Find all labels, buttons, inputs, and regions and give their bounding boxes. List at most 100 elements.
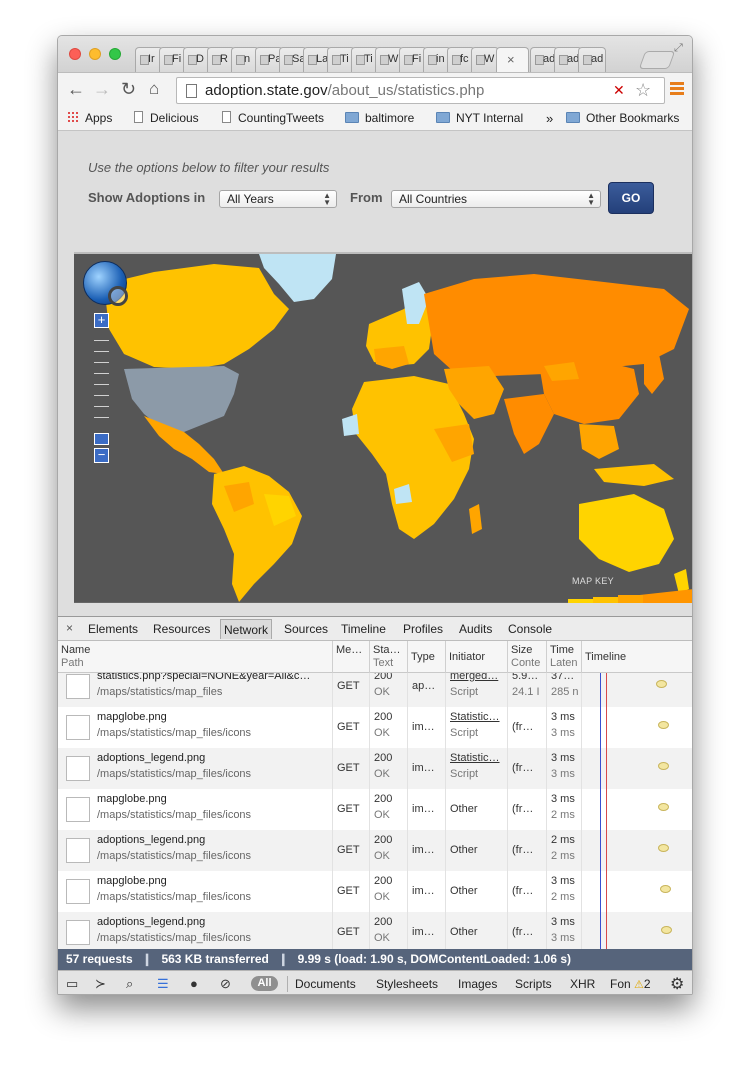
network-request-row[interactable]: mapglobe.png/maps/statistics/map_files/i… [58, 789, 692, 830]
tab-network[interactable]: Network [220, 619, 273, 639]
zoom-level-tick[interactable] [94, 373, 109, 374]
bookmark-star-icon[interactable]: ☆ [635, 80, 651, 101]
zoom-level-tick[interactable] [94, 406, 109, 407]
home-button[interactable]: ⌂ [149, 79, 159, 99]
timeline-cell [582, 871, 692, 912]
zoom-window-button[interactable] [109, 48, 121, 60]
filter-fonts[interactable]: Fon ⚠2 [610, 977, 651, 991]
network-request-row[interactable]: adoptions_legend.png/maps/statistics/map… [58, 830, 692, 871]
column-header-status[interactable]: Sta… Text [370, 641, 408, 673]
clear-icon[interactable]: ⊘ [220, 976, 231, 992]
column-header-type[interactable]: Type [408, 641, 446, 673]
back-button[interactable]: ← [67, 79, 85, 99]
zoom-slider-handle[interactable] [94, 433, 109, 445]
initiator-link[interactable]: merged… [450, 673, 498, 682]
map-key-label: MAP KEY [572, 576, 614, 586]
minimize-window-button[interactable] [89, 48, 101, 60]
filter-stylesheets[interactable]: Stylesheets [376, 977, 438, 991]
bookmark-baltimore[interactable]: baltimore [345, 111, 414, 125]
tab-sources[interactable]: Sources [284, 622, 328, 636]
network-request-row[interactable]: mapglobe.png/maps/statistics/map_files/i… [58, 707, 692, 748]
adoptions-world-map[interactable]: + − MAP KEY [74, 252, 692, 603]
network-request-row[interactable]: adoptions_legend.png/maps/statistics/map… [58, 912, 692, 949]
request-name-cell[interactable]: mapglobe.png/maps/statistics/map_files/i… [58, 871, 333, 912]
bookmark-countingtweets[interactable]: CountingTweets [222, 111, 324, 125]
zoom-level-tick[interactable] [94, 395, 109, 396]
network-request-row[interactable]: adoptions_legend.png/maps/statistics/map… [58, 748, 692, 789]
countries-select[interactable]: All Countries ▲ ▼ [391, 190, 601, 208]
initiator-link[interactable]: Statistic… [450, 752, 500, 764]
request-name-cell[interactable]: statistics.php?special=NONE&year=All&c… /… [58, 673, 333, 707]
column-header-method[interactable]: Me… [333, 641, 370, 673]
tab-resources[interactable]: Resources [153, 622, 210, 636]
blocked-content-icon[interactable]: ✕ [613, 82, 625, 99]
filter-images[interactable]: Images [458, 977, 497, 991]
go-button[interactable]: GO [608, 182, 654, 214]
filter-xhr[interactable]: XHR [570, 977, 595, 991]
zoom-level-tick[interactable] [94, 417, 109, 418]
bookmark-delicious[interactable]: Delicious [134, 111, 199, 125]
devtools-bottom-bar: ▭ ≻ ⌕ ☰ ● ⊘ All Documents Stylesheets Im… [58, 970, 692, 994]
fullscreen-icon[interactable]: ⤢ [674, 42, 683, 55]
bookmark-label: CountingTweets [238, 111, 325, 125]
list-view-icon[interactable]: ☰ [157, 976, 169, 992]
initiator-link[interactable]: Statistic… [450, 711, 500, 723]
column-header-label: Timeline [585, 651, 627, 663]
column-header-time[interactable]: Time Laten [547, 641, 582, 673]
initiator-cell: Other [446, 830, 508, 871]
zoom-level-tick[interactable] [94, 351, 109, 352]
address-bar[interactable]: adoption.state.gov/about_us/statistics.p… [176, 77, 665, 104]
dock-side-icon[interactable]: ▭ [66, 976, 78, 992]
active-browser-tab[interactable]: × [496, 47, 529, 72]
close-window-button[interactable] [69, 48, 81, 60]
settings-gear-icon[interactable]: ⚙ [670, 974, 684, 994]
tab-timeline[interactable]: Timeline [341, 622, 386, 636]
record-icon[interactable]: ● [190, 976, 198, 991]
timeline-cell [582, 748, 692, 789]
column-header-size[interactable]: Size Conte [508, 641, 547, 673]
request-name-cell[interactable]: adoptions_legend.png/maps/statistics/map… [58, 748, 333, 789]
initiator-cell: Other [446, 789, 508, 830]
bookmarks-overflow-button[interactable]: » [546, 111, 553, 126]
request-name-cell[interactable]: adoptions_legend.png/maps/statistics/map… [58, 912, 333, 949]
tab-profiles[interactable]: Profiles [403, 622, 443, 636]
filter-all-button[interactable]: All [251, 976, 278, 991]
search-icon[interactable]: ⌕ [126, 976, 133, 992]
close-tab-icon[interactable]: × [507, 52, 515, 67]
url-text[interactable]: adoption.state.gov/about_us/statistics.p… [205, 82, 484, 99]
zoom-level-tick[interactable] [94, 362, 109, 363]
column-header-name[interactable]: Name Path [58, 641, 333, 673]
bookmark-nyt-internal[interactable]: NYT Internal [436, 111, 523, 125]
show-drawer-icon[interactable]: ≻ [95, 976, 106, 992]
devtools-close-button[interactable]: × [66, 621, 73, 635]
type-cell: im… [408, 871, 446, 912]
request-name-cell[interactable]: mapglobe.png/maps/statistics/map_files/i… [58, 789, 333, 830]
zoom-level-tick[interactable] [94, 384, 109, 385]
chrome-menu-icon[interactable] [670, 82, 684, 96]
time-cell: 37… 285 n [547, 673, 582, 707]
filter-scripts[interactable]: Scripts [515, 977, 552, 991]
status-cell: 200 OK [370, 830, 408, 871]
zoom-level-tick[interactable] [94, 340, 109, 341]
bookmark-other-bookmarks[interactable]: Other Bookmarks [566, 111, 679, 125]
column-header-initiator[interactable]: Initiator [446, 641, 508, 673]
zoom-out-button[interactable]: − [94, 448, 109, 463]
request-name-cell[interactable]: adoptions_legend.png/maps/statistics/map… [58, 830, 333, 871]
tab-console[interactable]: Console [508, 622, 552, 636]
column-header-timeline[interactable]: Timeline [582, 641, 692, 673]
tab-audits[interactable]: Audits [459, 622, 492, 636]
network-request-row[interactable]: statistics.php?special=NONE&year=All&c… /… [58, 673, 692, 707]
reload-button[interactable]: ↻ [121, 79, 136, 99]
network-request-row[interactable]: mapglobe.png/maps/statistics/map_files/i… [58, 871, 692, 912]
bookmark-apps[interactable]: Apps [67, 111, 112, 125]
zoom-in-button[interactable]: + [94, 313, 109, 328]
new-tab-button[interactable] [638, 51, 676, 69]
browser-tab[interactable]: ad [578, 47, 606, 72]
map-globe-icon[interactable] [83, 261, 128, 306]
tab-elements[interactable]: Elements [88, 622, 138, 636]
forward-button[interactable]: → [93, 79, 111, 99]
request-name-cell[interactable]: mapglobe.png/maps/statistics/map_files/i… [58, 707, 333, 748]
years-select[interactable]: All Years ▲ ▼ [219, 190, 337, 208]
filter-documents[interactable]: Documents [295, 977, 356, 991]
browser-tab[interactable]: W [471, 47, 499, 72]
